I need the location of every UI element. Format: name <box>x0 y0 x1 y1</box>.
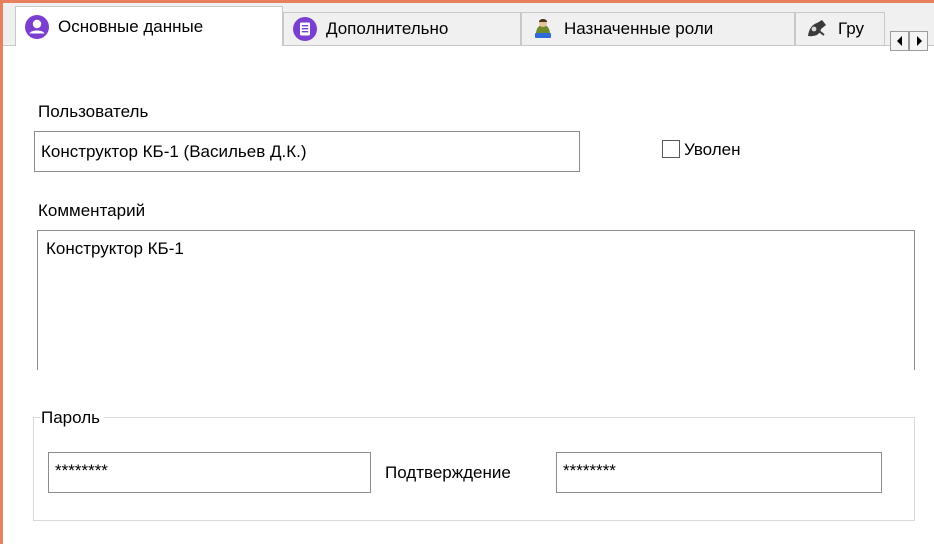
tab-assigned-roles-label: Назначенные роли <box>564 19 714 38</box>
confirm-label: Подтверждение <box>385 463 511 482</box>
user-icon <box>24 14 50 40</box>
password-confirm-input[interactable]: ******** <box>556 452 882 493</box>
comment-label: Комментарий <box>38 201 146 220</box>
tab-groups-label: Гру <box>838 19 865 38</box>
password-input[interactable]: ******** <box>48 452 371 493</box>
user-label: Пользователь <box>38 102 149 121</box>
tab-scroll-right-button[interactable] <box>909 31 928 51</box>
tab-groups[interactable]: Гру <box>795 12 885 45</box>
user-field[interactable]: Конструктор КБ-1 (Васильев Д.К.) <box>34 131 580 172</box>
tab-bar: Основные данные Дополнительно Назначенны… <box>3 3 934 51</box>
tab-main-data-label: Основные данные <box>58 16 204 36</box>
password-group-label: Пароль <box>40 408 104 428</box>
fired-label[interactable]: Уволен <box>684 140 741 160</box>
window-frame-left <box>0 0 3 544</box>
tab-main-data[interactable]: Основные данные <box>15 6 283 46</box>
comment-textarea[interactable]: Конструктор КБ-1 <box>37 230 915 370</box>
tab-scroll-left-button[interactable] <box>890 31 909 51</box>
tab-additional-label: Дополнительно <box>326 19 449 38</box>
document-icon <box>292 16 318 42</box>
tab-assigned-roles[interactable]: Назначенные роли <box>521 12 795 45</box>
fired-checkbox[interactable] <box>662 140 680 158</box>
roles-icon <box>530 16 556 42</box>
chevron-left-icon <box>896 36 902 46</box>
groups-icon <box>804 16 830 42</box>
chevron-right-icon <box>916 36 922 46</box>
tab-additional[interactable]: Дополнительно <box>283 12 521 45</box>
tab-scroll-arrows <box>890 31 928 51</box>
